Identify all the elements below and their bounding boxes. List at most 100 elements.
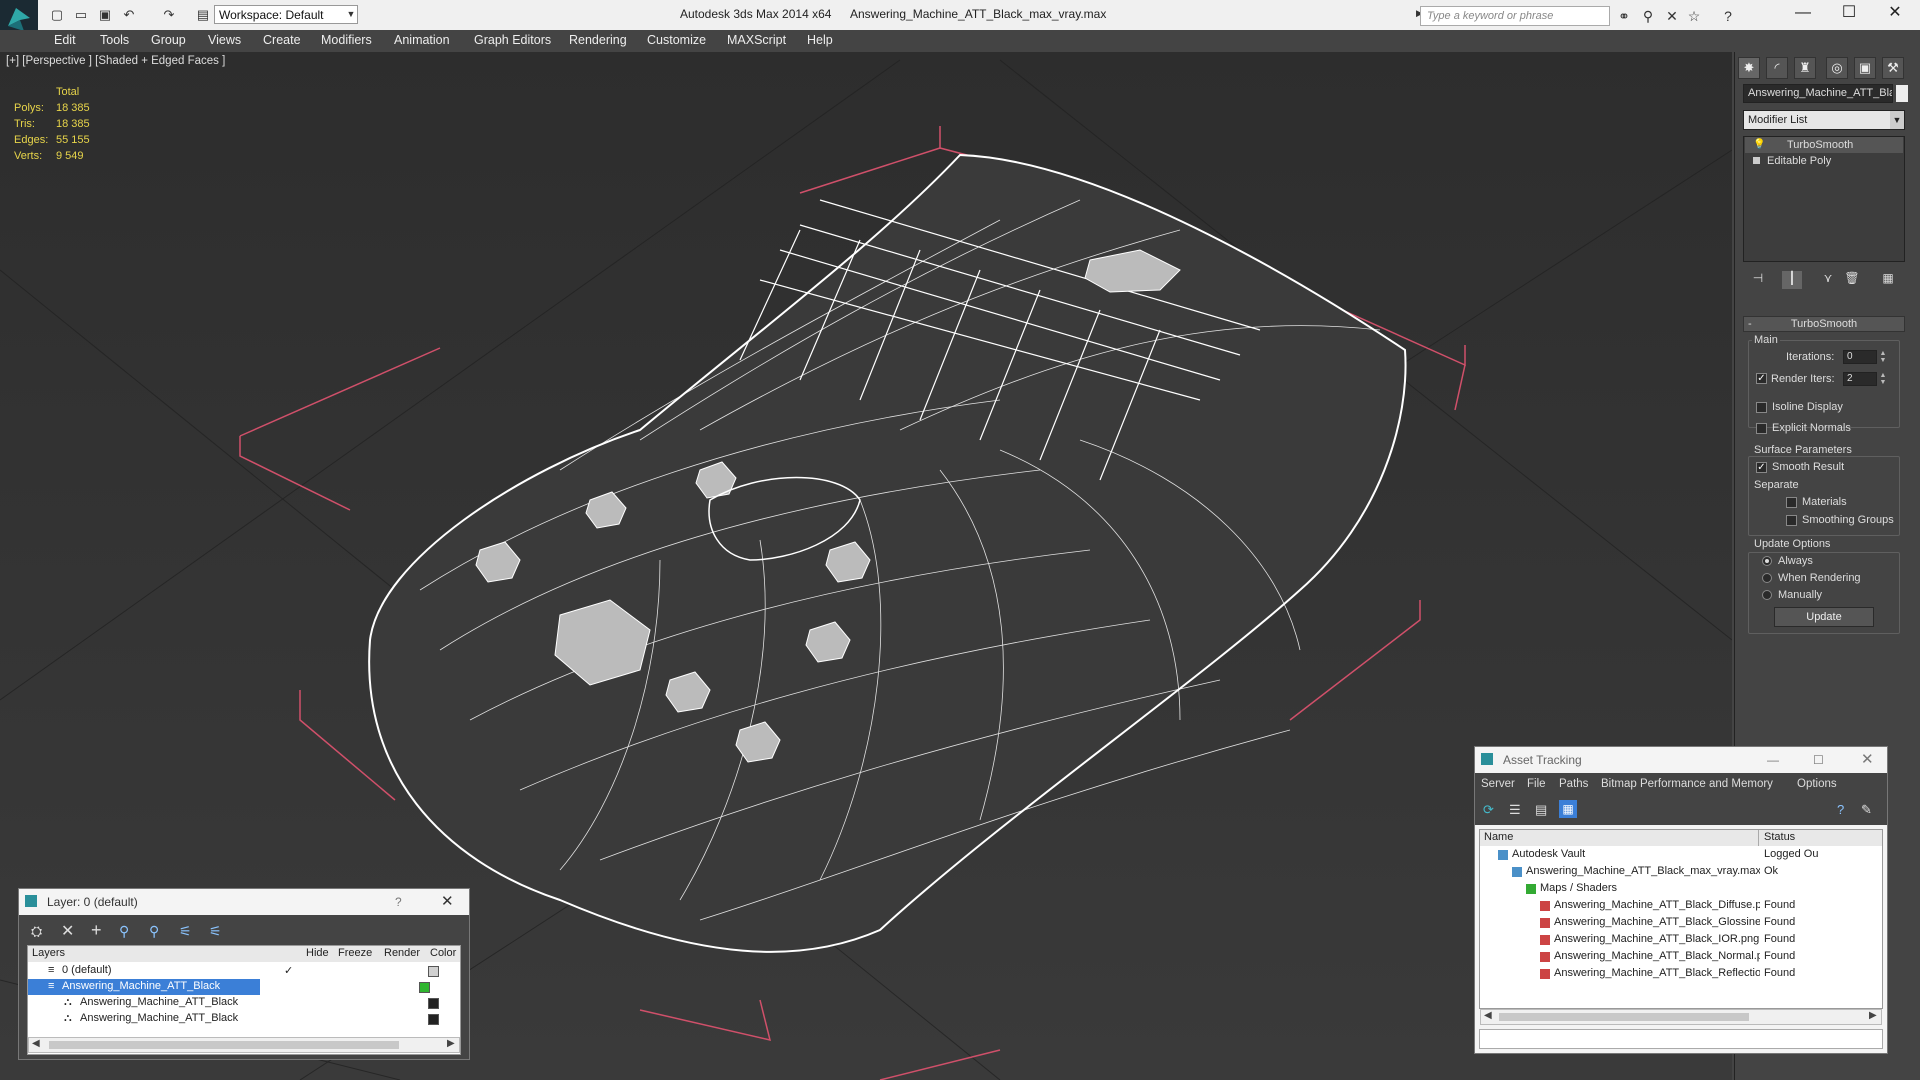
- object-color-swatch[interactable]: [1896, 85, 1908, 102]
- hide-all-icon[interactable]: ⚟: [179, 923, 192, 940]
- display-tab-icon[interactable]: ▣: [1854, 57, 1876, 79]
- menu-rendering[interactable]: Rendering: [569, 33, 627, 47]
- make-unique-icon[interactable]: ⋎: [1818, 271, 1838, 289]
- layer-row[interactable]: ⛬ Answering_Machine_ATT_Black: [28, 995, 460, 1011]
- project-folder-icon[interactable]: ▤: [194, 6, 212, 24]
- pin-stack-icon[interactable]: ⊣: [1748, 271, 1768, 289]
- smoothing-groups-checkbox[interactable]: [1786, 515, 1797, 526]
- menu-graph-editors[interactable]: Graph Editors: [474, 33, 551, 47]
- asset-row[interactable]: Answering_Machine_ATT_Black_IOR.png Found: [1480, 932, 1882, 949]
- checkmark-icon[interactable]: ✓: [284, 964, 293, 977]
- asset-menu-server[interactable]: Server: [1481, 778, 1515, 790]
- lightbulb-icon[interactable]: 💡: [1753, 137, 1765, 153]
- modify-tab-icon[interactable]: ◜: [1766, 57, 1788, 79]
- utilities-tab-icon[interactable]: ⚒: [1882, 57, 1904, 79]
- asset-path-field[interactable]: [1479, 1029, 1883, 1049]
- asset-menu-file[interactable]: File: [1527, 778, 1546, 790]
- layer-row[interactable]: ⛬ Answering_Machine_ATT_Black: [28, 1011, 460, 1027]
- close-button[interactable]: ✕: [1872, 0, 1918, 28]
- undo-icon[interactable]: ↶: [120, 6, 138, 24]
- minimize-button[interactable]: —: [1780, 0, 1826, 28]
- close-button[interactable]: ✕: [441, 889, 454, 915]
- always-radio[interactable]: [1762, 556, 1772, 566]
- chevron-down-icon[interactable]: ▼: [1890, 111, 1904, 129]
- help-icon[interactable]: ?: [1837, 802, 1844, 817]
- turbosmooth-rollout-header[interactable]: - TurboSmooth: [1743, 316, 1905, 332]
- hierarchy-tab-icon[interactable]: ♜: [1794, 57, 1816, 79]
- asset-row[interactable]: Answering_Machine_ATT_Black_Normal.png Fo…: [1480, 949, 1882, 966]
- menu-group[interactable]: Group: [151, 33, 186, 47]
- smooth-result-checkbox[interactable]: ✓: [1756, 462, 1767, 473]
- stack-item-editable-poly[interactable]: Editable Poly: [1745, 153, 1903, 169]
- column-layers[interactable]: Layers: [32, 947, 65, 959]
- column-freeze[interactable]: Freeze: [338, 947, 372, 959]
- layer-window-titlebar[interactable]: Layer: 0 (default) ? ✕: [19, 889, 469, 915]
- highlight-selected-icon[interactable]: ⚲: [149, 923, 159, 940]
- explicit-normals-checkbox[interactable]: [1756, 423, 1767, 434]
- create-layer-icon[interactable]: ⛭: [31, 923, 42, 940]
- workspace-dropdown[interactable]: Workspace: Default: [214, 5, 358, 24]
- spinner-arrows-icon[interactable]: ▲ ▼: [1879, 350, 1887, 364]
- exchange-icon[interactable]: ✕: [1662, 6, 1682, 26]
- horizontal-scrollbar[interactable]: ◀ ▶: [28, 1037, 460, 1053]
- column-divider[interactable]: [1758, 830, 1759, 846]
- layer-row-selected[interactable]: ≡ Answering_Machine_ATT_Black: [28, 979, 260, 995]
- column-render[interactable]: Render: [384, 947, 420, 959]
- help-icon[interactable]: ?: [1718, 6, 1738, 26]
- menu-modifiers[interactable]: Modifiers: [321, 33, 372, 47]
- viewport-label[interactable]: [+] [Perspective ] [Shaded + Edged Faces…: [6, 55, 225, 67]
- column-color[interactable]: Color: [430, 947, 456, 959]
- column-hide[interactable]: Hide: [306, 947, 329, 959]
- render-iters-checkbox[interactable]: ✓: [1756, 373, 1767, 384]
- freeze-all-icon[interactable]: ⚟: [209, 923, 222, 940]
- menu-maxscript[interactable]: MAXScript: [727, 33, 786, 47]
- binoculars-icon[interactable]: ⚭: [1614, 6, 1634, 26]
- menu-animation[interactable]: Animation: [394, 33, 450, 47]
- new-icon[interactable]: ▢: [48, 6, 66, 24]
- asset-row[interactable]: Answering_Machine_ATT_Black_Glossiness.p…: [1480, 915, 1882, 932]
- menu-views[interactable]: Views: [208, 33, 241, 47]
- scroll-thumb[interactable]: [49, 1041, 399, 1049]
- menu-tools[interactable]: Tools: [100, 33, 129, 47]
- help-button[interactable]: ?: [395, 889, 402, 915]
- tree-view-icon[interactable]: ▤: [1535, 802, 1547, 818]
- menu-edit[interactable]: Edit: [54, 33, 76, 47]
- layer-color-swatch[interactable]: [428, 966, 439, 977]
- when-rendering-radio[interactable]: [1762, 573, 1772, 583]
- asset-row[interactable]: Maps / Shaders: [1480, 881, 1882, 898]
- save-icon[interactable]: ▣: [96, 6, 114, 24]
- select-highlighted-icon[interactable]: ⚲: [119, 923, 129, 940]
- layer-color-swatch[interactable]: [428, 998, 439, 1009]
- asset-window-titlebar[interactable]: Asset Tracking — ☐ ✕: [1475, 747, 1887, 773]
- scroll-left-icon[interactable]: ◀: [32, 1038, 40, 1049]
- search-icon[interactable]: ⚲: [1638, 6, 1658, 26]
- column-status[interactable]: Status: [1764, 831, 1795, 843]
- layer-color-swatch[interactable]: [428, 1014, 439, 1025]
- create-tab-icon[interactable]: ✸: [1738, 57, 1760, 79]
- scroll-right-icon[interactable]: ▶: [447, 1038, 455, 1049]
- settings-icon[interactable]: ✎: [1861, 802, 1872, 818]
- horizontal-scrollbar[interactable]: ◀ ▶: [1480, 1009, 1882, 1025]
- spinner-arrows-icon[interactable]: ▲ ▼: [1879, 372, 1887, 386]
- column-name[interactable]: Name: [1484, 831, 1513, 843]
- scroll-left-icon[interactable]: ◀: [1484, 1010, 1492, 1021]
- favorites-star-icon[interactable]: ☆: [1684, 6, 1704, 26]
- materials-checkbox[interactable]: [1786, 497, 1797, 508]
- scroll-right-icon[interactable]: ▶: [1869, 1010, 1877, 1021]
- chevron-down-icon[interactable]: ▼: [344, 5, 358, 24]
- motion-tab-icon[interactable]: ◎: [1826, 57, 1848, 79]
- layer-row[interactable]: ≡ 0 (default) ✓: [28, 963, 460, 979]
- search-input[interactable]: Type a keyword or phrase: [1420, 6, 1610, 26]
- update-button[interactable]: Update: [1774, 607, 1874, 627]
- expand-icon[interactable]: [1753, 157, 1760, 164]
- configure-sets-icon[interactable]: ▦: [1878, 271, 1898, 289]
- asset-menu-paths[interactable]: Paths: [1559, 778, 1588, 790]
- show-end-result-icon[interactable]: ┃: [1782, 271, 1802, 289]
- menu-create[interactable]: Create: [263, 33, 301, 47]
- add-to-layer-icon[interactable]: +: [91, 920, 102, 941]
- render-iters-spinner[interactable]: 2: [1843, 372, 1877, 386]
- asset-row[interactable]: Answering_Machine_ATT_Black_max_vray.max…: [1480, 864, 1882, 881]
- maximize-button[interactable]: ☐: [1813, 747, 1824, 773]
- iterations-spinner[interactable]: 0: [1843, 350, 1877, 364]
- table-view-icon[interactable]: ▦: [1559, 800, 1577, 818]
